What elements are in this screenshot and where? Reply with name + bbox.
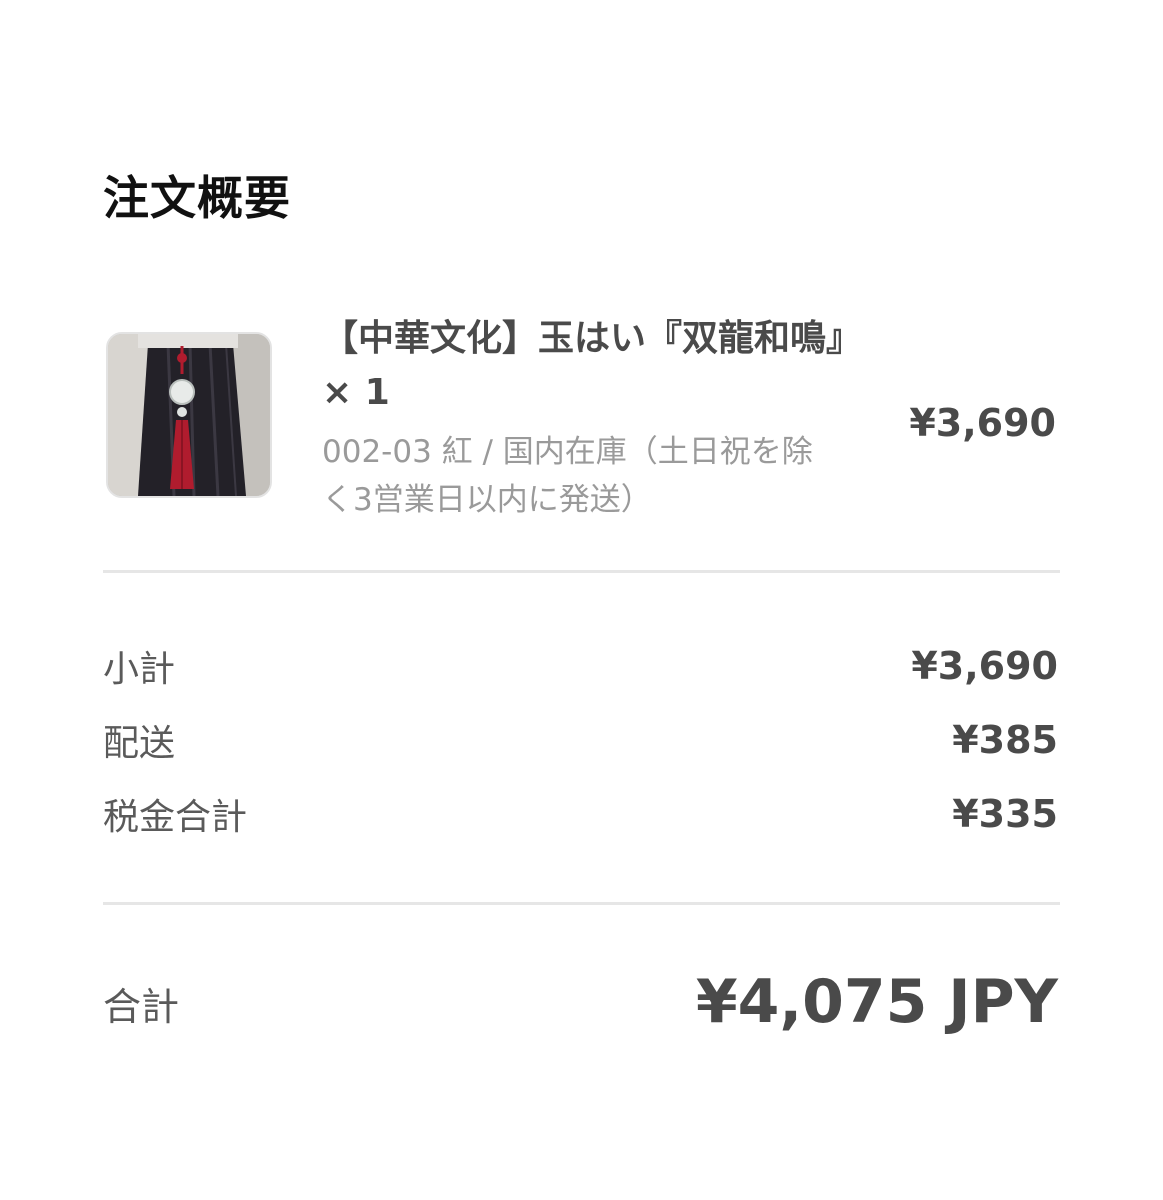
shipping-label: 配送: [103, 723, 176, 764]
total-label: 合計: [103, 985, 180, 1029]
product-price: ¥3,690: [909, 401, 1056, 445]
product-photo-icon: [108, 334, 270, 496]
subtotal-label: 小計: [103, 649, 176, 690]
tax-label: 税金合計: [103, 797, 248, 838]
product-variant: 002-03 紅 / 国内在庫（土日祝を除く3営業日以内に発送）: [322, 434, 813, 518]
total-value: ¥4,075 JPY: [695, 967, 1058, 1037]
product-thumbnail: [106, 332, 272, 498]
subtotal-value: ¥3,690: [911, 644, 1058, 688]
shipping-value: ¥385: [952, 718, 1058, 762]
product-name: 【中華文化】玉はい『双龍和鳴』 × 1: [322, 318, 863, 413]
divider: [103, 570, 1060, 573]
divider: [103, 902, 1060, 905]
page-title: 注文概要: [103, 171, 291, 225]
tax-value: ¥335: [952, 792, 1058, 836]
